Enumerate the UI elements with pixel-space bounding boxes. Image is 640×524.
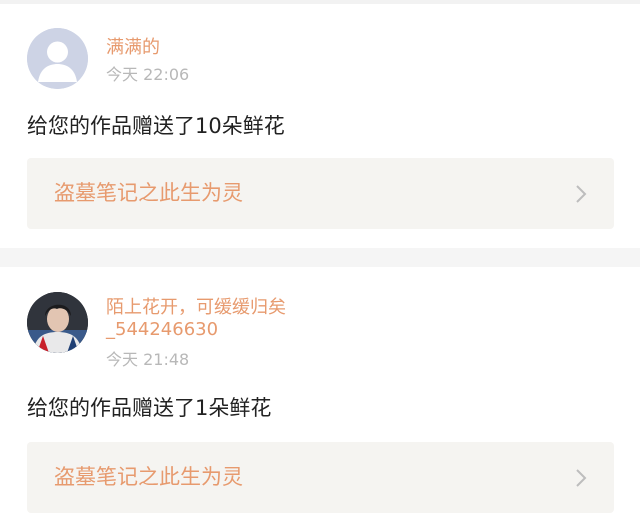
timestamp: 今天 22:06 [106,65,190,84]
work-title: 盗墓笔记之此生为灵 [54,181,243,205]
gift-message: 给您的作品赠送了10朵鲜花 [27,114,285,138]
notification-card: 满满的 今天 22:06 给您的作品赠送了10朵鲜花 盗墓笔记之此生为灵 [0,4,640,248]
gift-message: 给您的作品赠送了1朵鲜花 [27,396,272,420]
avatar[interactable] [27,28,88,89]
chevron-right-icon [576,185,587,203]
chevron-right-icon [576,469,587,487]
user-name[interactable]: 陌上花开，可缓缓归矣_544246630 [106,297,346,341]
notification-card: 陌上花开，可缓缓归矣_544246630 今天 21:48 给您的作品赠送了1朵… [0,267,640,524]
avatar[interactable] [27,292,88,353]
work-link[interactable]: 盗墓笔记之此生为灵 [27,442,614,513]
user-name[interactable]: 满满的 [106,37,160,59]
default-avatar-icon [27,28,88,89]
work-link[interactable]: 盗墓笔记之此生为灵 [27,158,614,229]
timestamp: 今天 21:48 [106,350,190,369]
profile-photo [27,292,88,353]
work-title: 盗墓笔记之此生为灵 [54,465,243,489]
